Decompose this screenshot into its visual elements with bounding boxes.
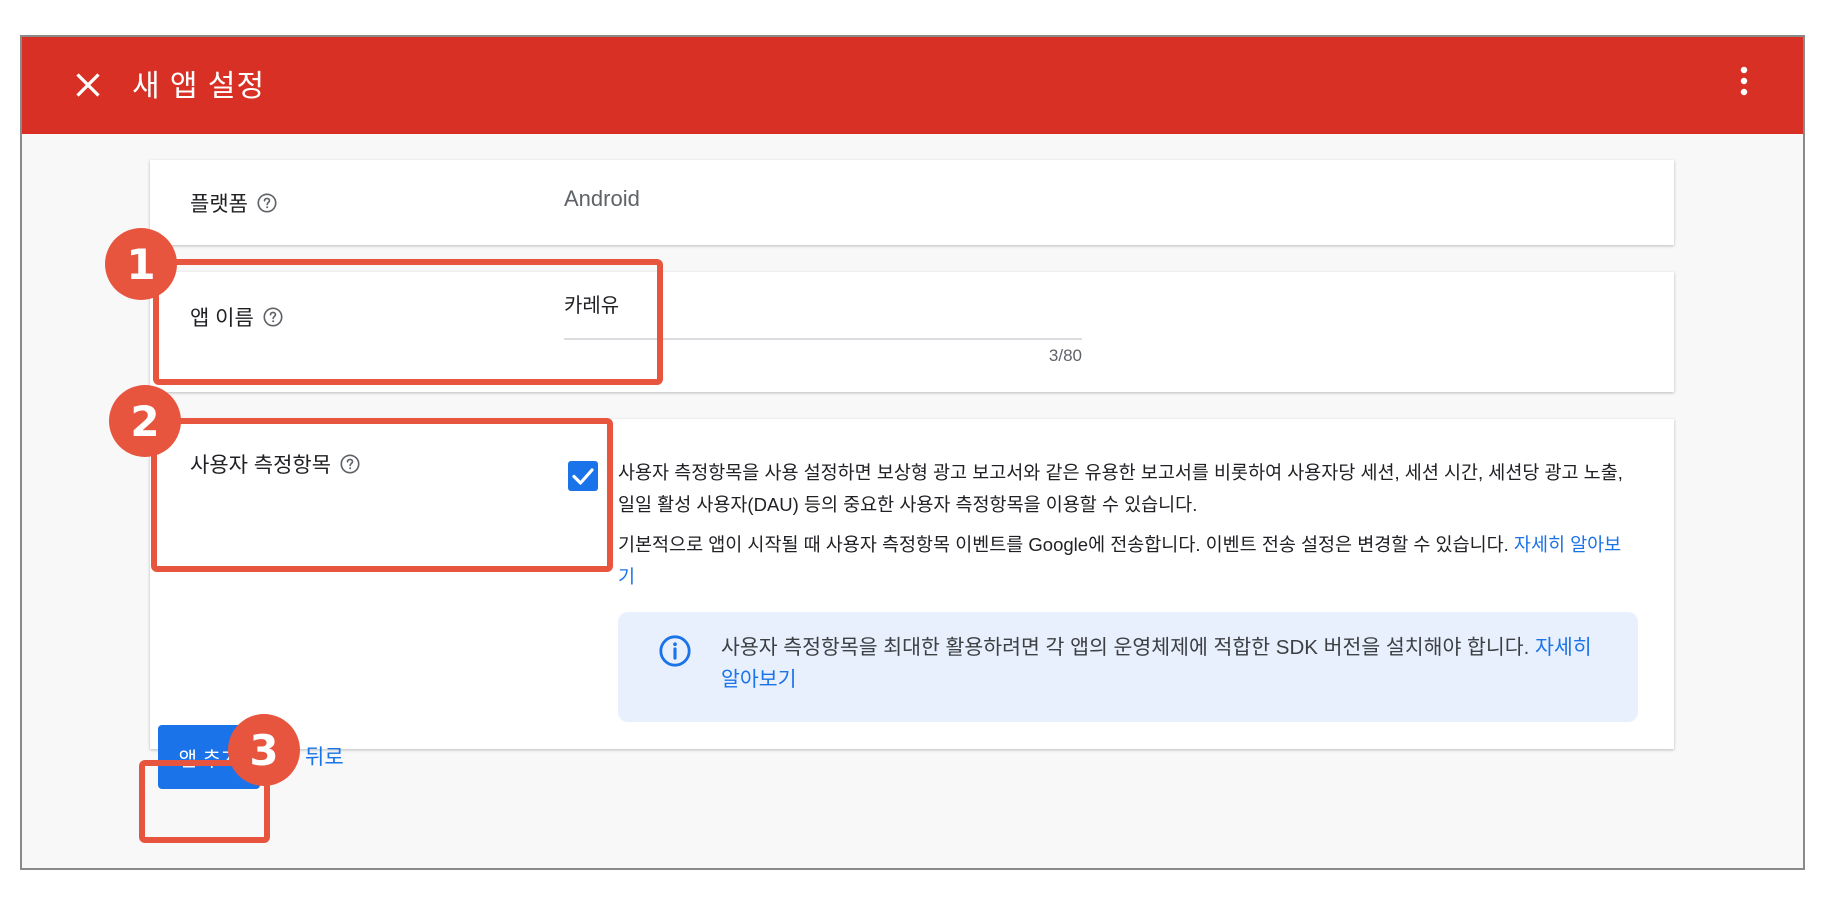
description-paragraph-1: 사용자 측정항목을 사용 설정하면 보상형 광고 보고서와 같은 유용한 보고서… — [618, 462, 1623, 515]
highlight-box-1 — [153, 259, 663, 385]
platform-label: 플랫폼 — [190, 193, 248, 216]
platform-card: 플랫폼 Android — [150, 160, 1674, 245]
platform-value: Android — [564, 186, 640, 211]
info-icon — [659, 635, 691, 667]
description-paragraph-2: 기본적으로 앱이 시작될 때 사용자 측정항목 이벤트를 Google에 전송합… — [618, 529, 1638, 593]
more-vert-icon[interactable] — [1737, 61, 1751, 101]
step-badge-3: 3 — [228, 714, 300, 786]
step-badge-2: 2 — [109, 385, 181, 457]
info-text: 사용자 측정항목을 최대한 활용하려면 각 앱의 운영체제에 적합한 SDK 버… — [721, 632, 1601, 696]
step-badge-1: 1 — [105, 228, 177, 300]
help-icon[interactable] — [256, 192, 278, 214]
back-button[interactable]: 뒤로 — [305, 741, 344, 771]
info-message: 사용자 측정항목을 최대한 활용하려면 각 앱의 운영체제에 적합한 SDK 버… — [721, 636, 1536, 659]
page-title: 새 앱 설정 — [132, 70, 266, 103]
highlight-box-2 — [151, 418, 613, 572]
description-text-2: 기본적으로 앱이 시작될 때 사용자 측정항목 이벤트를 Google에 전송합… — [618, 534, 1514, 555]
user-metrics-description: 사용자 측정항목을 사용 설정하면 보상형 광고 보고서와 같은 유용한 보고서… — [618, 457, 1638, 601]
close-icon[interactable] — [70, 67, 106, 103]
platform-label-group: 플랫폼 — [190, 188, 278, 218]
info-banner: 사용자 측정항목을 최대한 활용하려면 각 앱의 운영체제에 적합한 SDK 버… — [618, 612, 1638, 722]
app-bar: 새 앱 설정 — [22, 37, 1803, 134]
